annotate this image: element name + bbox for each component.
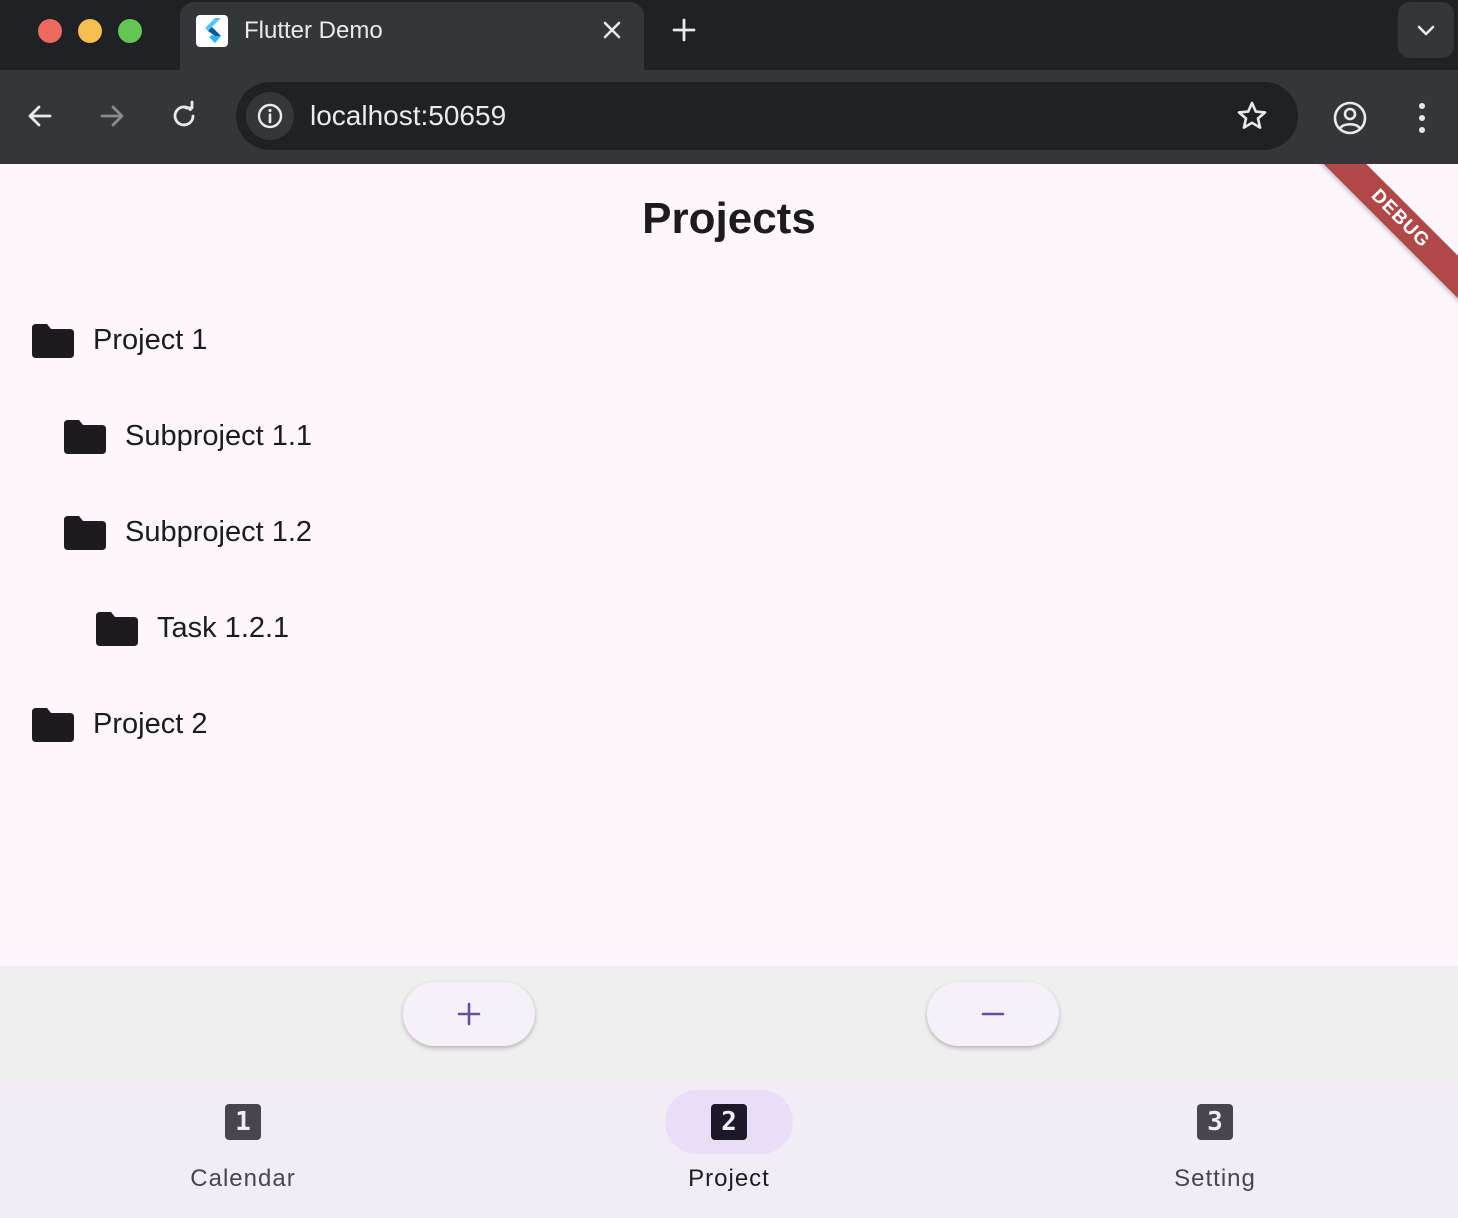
tree-item-label: Subproject 1.1 bbox=[125, 420, 313, 452]
plus-icon bbox=[457, 1002, 481, 1026]
back-arrow-icon[interactable] bbox=[22, 98, 58, 134]
url-text[interactable]: localhost:50659 bbox=[310, 99, 506, 133]
window-zoom-button[interactable] bbox=[118, 19, 142, 43]
browser-tab[interactable]: Flutter Demo bbox=[180, 2, 644, 70]
looks-two-icon: 2 bbox=[711, 1104, 747, 1140]
window-close-button[interactable] bbox=[38, 19, 62, 43]
tree-item-label: Subproject 1.2 bbox=[125, 516, 313, 548]
nav-item-calendar[interactable]: 1 Calendar bbox=[0, 1078, 486, 1218]
tab-title: Flutter Demo bbox=[244, 17, 383, 44]
bottom-navigation-bar: 1 Calendar 2 Project 3 Setting bbox=[0, 1078, 1458, 1218]
action-bar bbox=[0, 966, 1458, 1078]
folder-icon bbox=[96, 612, 138, 646]
folder-icon bbox=[64, 516, 106, 550]
add-button[interactable] bbox=[403, 982, 535, 1046]
remove-button[interactable] bbox=[927, 982, 1059, 1046]
bookmark-star-icon[interactable] bbox=[1234, 98, 1270, 134]
tab-search-button[interactable] bbox=[1398, 2, 1454, 58]
more-vert-icon[interactable] bbox=[1406, 98, 1438, 138]
profile-icon[interactable] bbox=[1330, 98, 1370, 138]
minus-icon bbox=[981, 1012, 1005, 1016]
app-viewport: Projects DEBUG Project 1 Subproject 1.1 … bbox=[0, 164, 1458, 1218]
address-bar[interactable]: localhost:50659 bbox=[236, 82, 1298, 150]
tree-item-label: Project 2 bbox=[93, 708, 208, 740]
new-tab-icon[interactable] bbox=[668, 14, 700, 46]
folder-icon bbox=[32, 708, 74, 742]
site-info-icon[interactable] bbox=[246, 92, 294, 140]
chevron-down-icon bbox=[1417, 25, 1435, 36]
reload-icon[interactable] bbox=[166, 98, 202, 134]
browser-toolbar: localhost:50659 bbox=[0, 70, 1458, 164]
nav-item-label: Calendar bbox=[190, 1165, 296, 1192]
flutter-logo-icon bbox=[196, 15, 228, 47]
looks-three-icon: 3 bbox=[1197, 1104, 1233, 1140]
looks-one-icon: 1 bbox=[225, 1104, 261, 1140]
folder-icon bbox=[64, 420, 106, 454]
page-title: Projects bbox=[642, 194, 816, 243]
close-tab-icon[interactable] bbox=[598, 16, 626, 44]
tree-item-label: Task 1.2.1 bbox=[157, 612, 290, 644]
forward-arrow-icon[interactable] bbox=[94, 98, 130, 134]
browser-tab-strip: Flutter Demo bbox=[0, 0, 1458, 70]
nav-item-project[interactable]: 2 Project bbox=[486, 1078, 972, 1218]
tree-item-label: Project 1 bbox=[93, 324, 208, 356]
nav-item-setting[interactable]: 3 Setting bbox=[972, 1078, 1458, 1218]
nav-item-label: Setting bbox=[1174, 1165, 1256, 1192]
window-minimize-button[interactable] bbox=[78, 19, 102, 43]
nav-item-label: Project bbox=[688, 1165, 770, 1192]
folder-icon bbox=[32, 324, 74, 358]
